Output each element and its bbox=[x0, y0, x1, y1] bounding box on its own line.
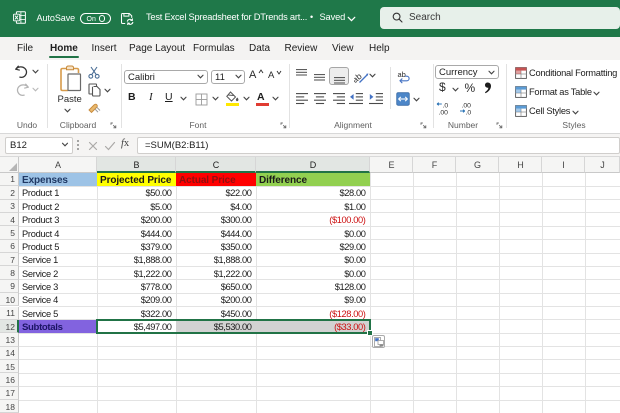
svg-text:.0: .0 bbox=[466, 109, 472, 115]
svg-text:.00: .00 bbox=[462, 102, 472, 109]
svg-text:.00: .00 bbox=[439, 109, 449, 115]
svg-text:ab: ab bbox=[398, 70, 406, 79]
svg-text:ab: ab bbox=[354, 70, 364, 83]
svg-text:.0: .0 bbox=[443, 102, 449, 109]
